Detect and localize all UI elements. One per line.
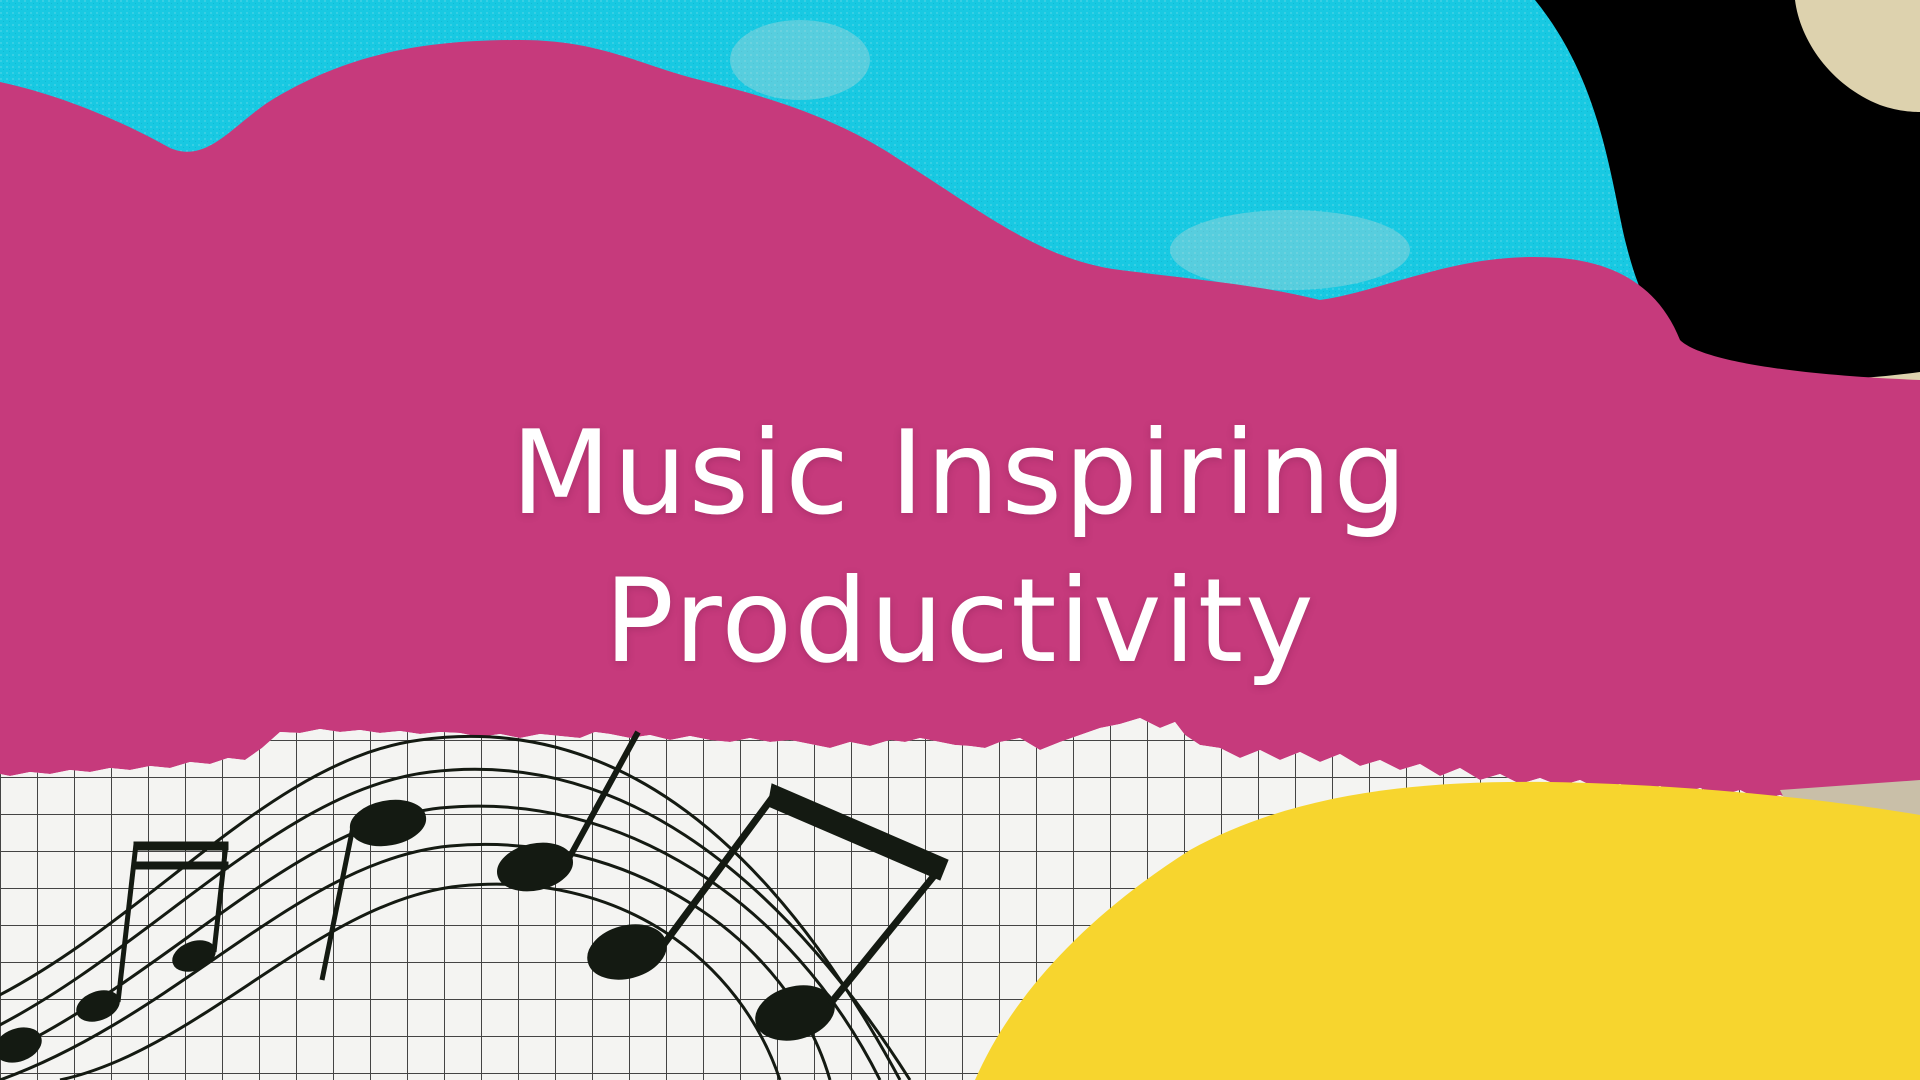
note-head: [0, 1027, 42, 1063]
title-line-2: Productivity: [604, 554, 1316, 689]
title-line-1: Music Inspiring: [510, 406, 1410, 541]
slide-title: Music Inspiring Productivity: [0, 400, 1920, 696]
note-beam: [767, 783, 949, 881]
note-stem: [827, 863, 945, 1007]
note-head: [76, 990, 120, 1022]
slide-canvas: Music Inspiring Productivity: [0, 0, 1920, 1080]
note-head: [172, 940, 216, 972]
note-beam: [133, 841, 229, 851]
note-stem: [211, 843, 229, 953]
note-head: [349, 799, 427, 847]
note-beam: [131, 861, 229, 870]
note-stem: [565, 730, 641, 862]
